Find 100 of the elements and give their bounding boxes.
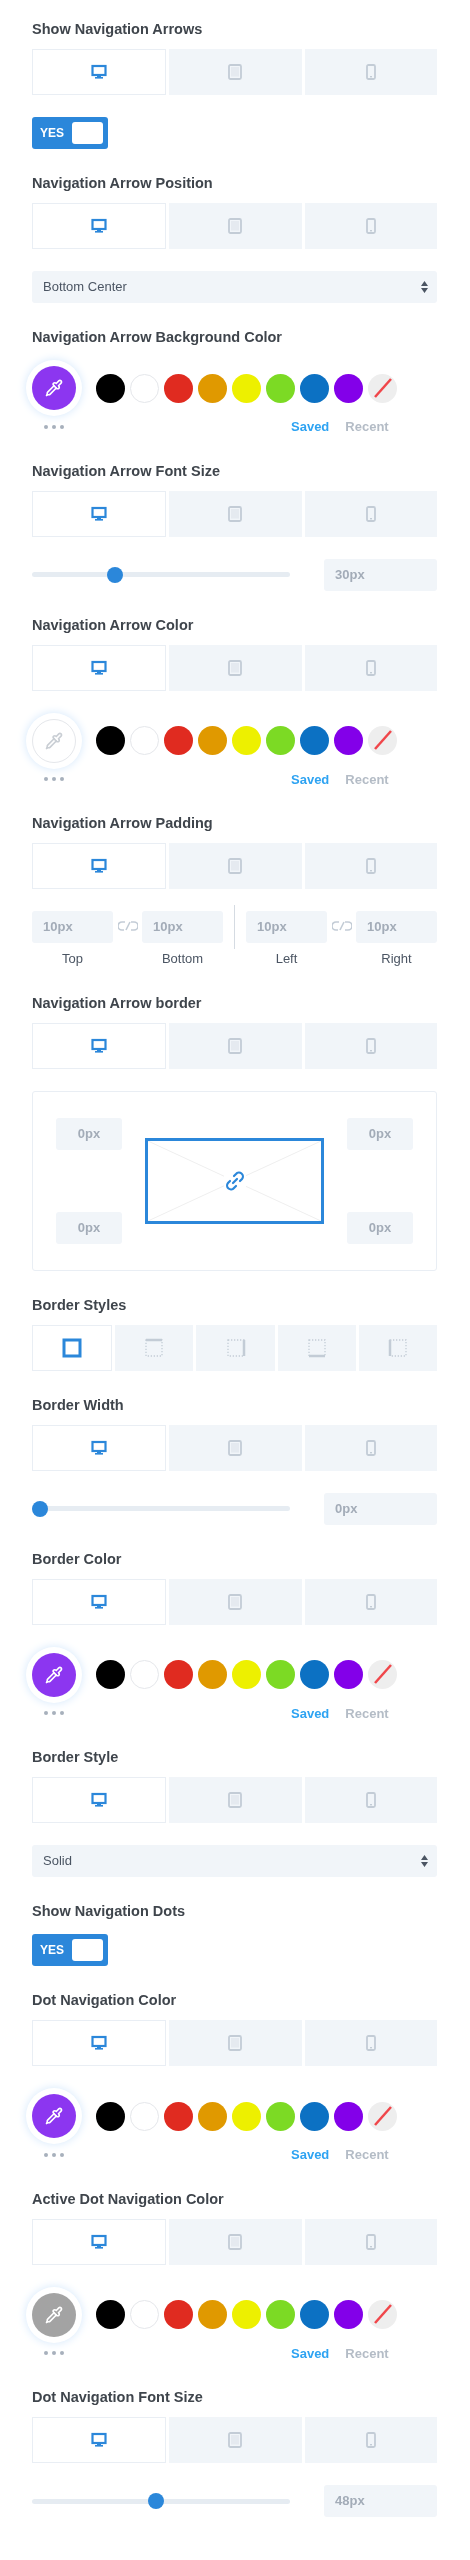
device-tab[interactable] bbox=[304, 2218, 437, 2265]
device-tab[interactable] bbox=[169, 843, 302, 889]
color-swatch[interactable] bbox=[198, 726, 227, 755]
device-tab[interactable] bbox=[32, 843, 167, 889]
padding-field[interactable]: 10px bbox=[356, 911, 437, 943]
more-options-icon[interactable] bbox=[43, 1710, 65, 1717]
color-swatch[interactable] bbox=[232, 2101, 261, 2131]
no-color-swatch[interactable] bbox=[368, 726, 397, 755]
radius-field[interactable]: 0px bbox=[56, 1117, 122, 1150]
color-swatch[interactable] bbox=[198, 373, 227, 403]
color-swatch[interactable] bbox=[164, 2300, 193, 2329]
radius-field[interactable]: 0px bbox=[347, 1117, 413, 1150]
more-options-icon[interactable] bbox=[43, 423, 65, 430]
no-color-swatch[interactable] bbox=[368, 373, 397, 403]
color-swatch[interactable] bbox=[334, 1660, 363, 1689]
device-tab[interactable] bbox=[169, 2020, 302, 2066]
more-options-icon[interactable] bbox=[43, 2350, 65, 2357]
palette-tab[interactable]: Recent bbox=[345, 769, 389, 789]
device-tab[interactable] bbox=[169, 1424, 302, 1471]
color-swatch[interactable] bbox=[164, 1660, 193, 1689]
color-swatch[interactable] bbox=[96, 2101, 125, 2131]
radius-field[interactable]: 0px bbox=[347, 1211, 413, 1244]
value-field[interactable]: 30px bbox=[324, 558, 437, 591]
color-swatch[interactable] bbox=[232, 2300, 261, 2329]
no-color-swatch[interactable] bbox=[368, 2300, 397, 2329]
color-swatch[interactable] bbox=[334, 2101, 363, 2131]
device-tab[interactable] bbox=[304, 644, 437, 691]
device-tab[interactable] bbox=[169, 2417, 302, 2463]
color-swatch[interactable] bbox=[164, 726, 193, 755]
device-tab[interactable] bbox=[169, 49, 302, 95]
palette-tab[interactable]: Saved bbox=[291, 1703, 330, 1723]
color-swatch[interactable] bbox=[266, 1660, 295, 1689]
device-tab[interactable] bbox=[169, 490, 302, 537]
padding-field[interactable]: 10px bbox=[32, 911, 113, 943]
color-swatch[interactable] bbox=[300, 2101, 329, 2131]
device-tab[interactable] bbox=[169, 1022, 302, 1069]
device-tab[interactable] bbox=[169, 644, 302, 691]
color-swatch[interactable] bbox=[266, 2300, 295, 2329]
slider[interactable] bbox=[32, 1500, 290, 1517]
device-tab[interactable] bbox=[304, 1424, 437, 1471]
padding-field[interactable]: 10px bbox=[246, 911, 327, 943]
palette-tab[interactable]: Saved bbox=[291, 2343, 330, 2363]
toggle-switch[interactable]: YES bbox=[32, 117, 108, 149]
slider-thumb[interactable] bbox=[32, 1500, 48, 1517]
device-tab[interactable] bbox=[169, 1777, 302, 1823]
device-tab[interactable] bbox=[169, 1578, 302, 1625]
color-swatch[interactable] bbox=[232, 1660, 261, 1689]
device-tab[interactable] bbox=[169, 203, 302, 249]
slider[interactable] bbox=[32, 566, 290, 583]
device-tab[interactable] bbox=[32, 49, 167, 95]
more-options-icon[interactable] bbox=[43, 2151, 65, 2158]
palette-tab[interactable]: Recent bbox=[345, 2145, 389, 2165]
device-tab[interactable] bbox=[32, 1578, 167, 1625]
palette-tab[interactable]: Saved bbox=[291, 417, 330, 437]
color-swatch[interactable] bbox=[300, 373, 329, 403]
toggle-switch[interactable]: YES bbox=[32, 1934, 108, 1966]
no-color-swatch[interactable] bbox=[368, 2101, 397, 2131]
color-swatch[interactable] bbox=[300, 1660, 329, 1689]
color-swatch[interactable] bbox=[334, 726, 363, 755]
palette-tab[interactable]: Recent bbox=[345, 1703, 389, 1723]
padding-field[interactable]: 10px bbox=[142, 911, 223, 943]
device-tab[interactable] bbox=[32, 490, 167, 537]
palette-tab[interactable]: Saved bbox=[291, 2145, 330, 2165]
device-tab[interactable] bbox=[32, 203, 167, 249]
color-swatch[interactable] bbox=[266, 2101, 295, 2131]
device-tab[interactable] bbox=[32, 2020, 167, 2066]
device-tab[interactable] bbox=[304, 490, 437, 537]
device-tab[interactable] bbox=[32, 1022, 167, 1069]
color-swatch[interactable] bbox=[96, 1660, 125, 1689]
select-field[interactable]: Solid bbox=[32, 1845, 437, 1877]
device-tab[interactable] bbox=[169, 2218, 302, 2265]
color-swatch[interactable] bbox=[266, 726, 295, 755]
color-swatch[interactable] bbox=[198, 2101, 227, 2131]
value-field[interactable]: 0px bbox=[324, 1492, 437, 1525]
border-side-tab[interactable] bbox=[32, 1324, 113, 1371]
select-field[interactable]: Bottom Center bbox=[32, 271, 437, 303]
color-swatch[interactable] bbox=[266, 373, 295, 403]
slider-thumb[interactable] bbox=[107, 566, 123, 583]
color-swatch[interactable] bbox=[198, 1660, 227, 1689]
more-options-icon[interactable] bbox=[43, 776, 65, 783]
color-swatch[interactable] bbox=[232, 726, 261, 755]
device-tab[interactable] bbox=[32, 2218, 167, 2265]
palette-tab[interactable]: Recent bbox=[345, 417, 389, 437]
color-swatch[interactable] bbox=[334, 2300, 363, 2329]
device-tab[interactable] bbox=[32, 1424, 167, 1471]
color-swatch[interactable] bbox=[96, 373, 125, 403]
color-swatch[interactable] bbox=[198, 2300, 227, 2329]
device-tab[interactable] bbox=[304, 1022, 437, 1069]
value-field[interactable]: 48px bbox=[324, 2485, 437, 2517]
device-tab[interactable] bbox=[304, 1578, 437, 1625]
device-tab[interactable] bbox=[32, 2417, 167, 2463]
palette-tab[interactable]: Saved bbox=[291, 769, 330, 789]
unlink-icon[interactable] bbox=[331, 920, 352, 932]
slider-thumb[interactable] bbox=[148, 2493, 165, 2509]
color-swatch[interactable] bbox=[300, 726, 329, 755]
color-swatch[interactable] bbox=[300, 2300, 329, 2329]
slider[interactable] bbox=[32, 2493, 290, 2509]
color-swatch[interactable] bbox=[96, 2300, 125, 2329]
color-swatch[interactable] bbox=[96, 726, 125, 755]
device-tab[interactable] bbox=[32, 644, 167, 691]
